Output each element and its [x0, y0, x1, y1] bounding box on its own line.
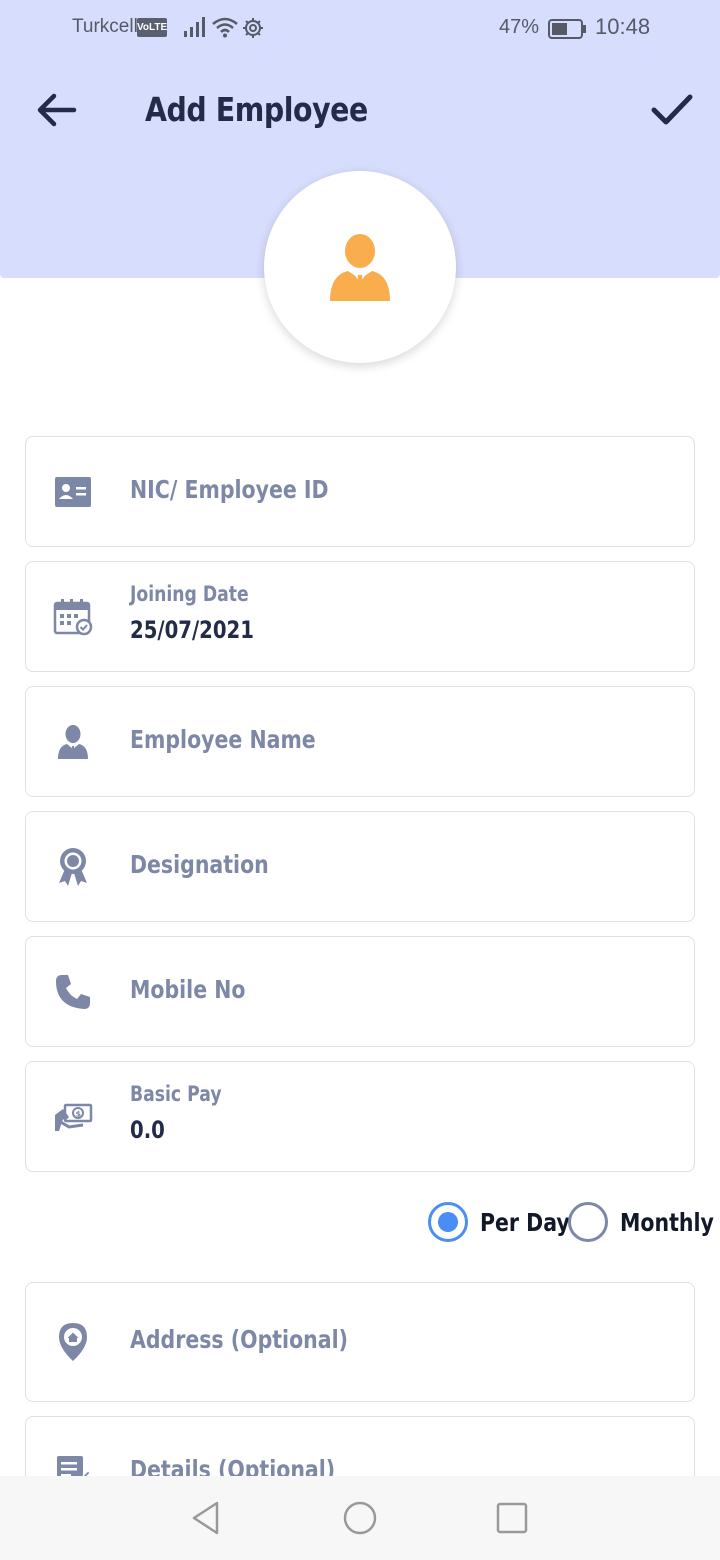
nic-employee-id-field[interactable]: NIC/ Employee ID [25, 436, 695, 547]
status-bar: Turkcell VoLTE 47% 10:48 [0, 0, 720, 56]
address-placeholder: Address (Optional) [130, 1325, 348, 1354]
employee-photo-button[interactable] [264, 171, 456, 363]
employee-name-placeholder: Employee Name [130, 725, 316, 754]
basic-pay-value: 0.0 [130, 1116, 165, 1144]
nav-home-icon [343, 1501, 377, 1535]
page-title: Add Employee [145, 90, 368, 129]
system-navigation-bar [0, 1476, 720, 1560]
id-card-icon [52, 471, 94, 513]
check-icon [651, 94, 693, 125]
back-button[interactable] [28, 86, 84, 134]
mobile-no-placeholder: Mobile No [130, 975, 246, 1004]
battery-percent: 47% [499, 16, 540, 38]
designation-placeholder: Designation [130, 850, 269, 879]
user-avatar-icon [330, 234, 390, 301]
save-button[interactable] [644, 84, 700, 136]
radio-monthly[interactable]: Monthly [568, 1200, 720, 1244]
nav-home-button[interactable] [336, 1494, 384, 1542]
person-icon [52, 721, 94, 763]
battery-icon [548, 19, 586, 39]
calendar-icon [52, 596, 94, 638]
location-pin-icon [52, 1321, 94, 1363]
joining-date-value: 25/07/2021 [130, 616, 254, 644]
radio-per-day-circle[interactable] [428, 1202, 468, 1242]
radio-monthly-circle[interactable] [568, 1202, 608, 1242]
money-hand-icon: $ [52, 1096, 94, 1138]
wifi-icon [212, 17, 238, 38]
nic-placeholder: NIC/ Employee ID [130, 475, 329, 504]
add-employee-screen: Turkcell VoLTE 47% 10:48 Add Employee NI… [0, 0, 720, 1560]
basic-pay-label: Basic Pay [130, 1082, 222, 1106]
clock: 10:48 [595, 14, 651, 39]
radio-per-day[interactable]: Per Day [428, 1200, 589, 1244]
settings-status-icon [243, 18, 263, 38]
nav-recents-icon [496, 1502, 528, 1534]
radio-monthly-label: Monthly [620, 1207, 714, 1237]
arrow-left-icon [37, 93, 77, 127]
volte-badge: VoLTE [137, 18, 167, 37]
phone-icon [52, 971, 94, 1013]
award-icon [52, 846, 94, 888]
employee-name-field[interactable]: Employee Name [25, 686, 695, 797]
radio-per-day-label: Per Day [480, 1207, 570, 1237]
joining-date-field[interactable]: Joining Date 25/07/2021 [25, 561, 695, 672]
basic-pay-field[interactable]: $ Basic Pay 0.0 [25, 1061, 695, 1172]
address-field[interactable]: Address (Optional) [25, 1282, 695, 1402]
nav-back-button[interactable] [182, 1494, 230, 1542]
nav-back-icon [192, 1501, 219, 1535]
signal-icon [184, 17, 205, 37]
nav-recents-button[interactable] [488, 1494, 536, 1542]
designation-field[interactable]: Designation [25, 811, 695, 922]
joining-date-label: Joining Date [130, 582, 249, 606]
carrier-name: Turkcell [72, 16, 138, 37]
svg-text:$: $ [76, 1110, 82, 1119]
mobile-no-field[interactable]: Mobile No [25, 936, 695, 1047]
